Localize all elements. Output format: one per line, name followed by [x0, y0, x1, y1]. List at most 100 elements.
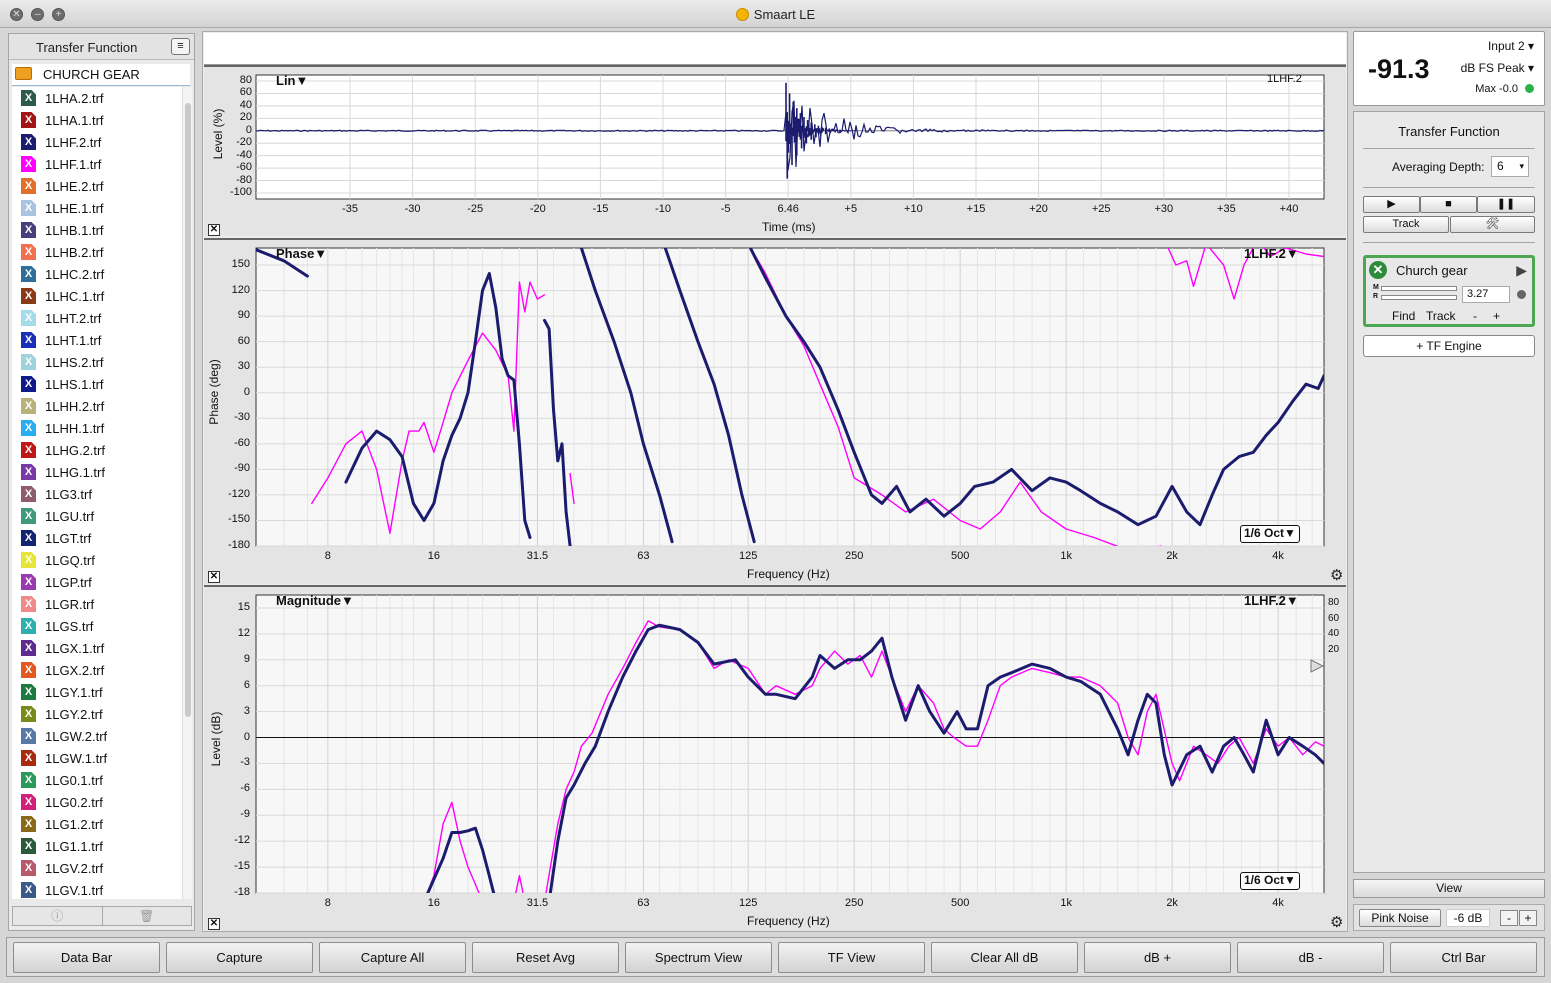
file-item[interactable]: X 1LHA.2.trf	[12, 87, 182, 109]
file-item[interactable]: X 1LG0.2.trf	[12, 791, 182, 813]
play-button[interactable]: ▶	[1363, 196, 1420, 213]
file-item[interactable]: X 1LHT.1.trf	[12, 329, 182, 351]
file-item[interactable]: X 1LGV.2.trf	[12, 857, 182, 879]
level-plus-button[interactable]: +	[1519, 910, 1537, 926]
file-item[interactable]: X 1LG1.2.trf	[12, 813, 182, 835]
file-item[interactable]: X 1LHG.2.trf	[12, 439, 182, 461]
file-item[interactable]: X 1LHB.1.trf	[12, 219, 182, 241]
svg-mag-y-tick: -6	[240, 782, 250, 795]
input-select[interactable]: Input 2 ▾	[1488, 39, 1534, 53]
measurement-active-icon[interactable]: ✕	[1369, 261, 1387, 279]
magnitude-smoothing-dropdown[interactable]: 1/6 Oct▼	[1240, 872, 1300, 890]
file-item[interactable]: X 1LHF.2.trf	[12, 131, 182, 153]
file-item[interactable]: X 1LHS.2.trf	[12, 351, 182, 373]
tools-button[interactable]: 🛠	[1450, 216, 1535, 233]
measurement-church-gear[interactable]: ✕ Church gear ▶ M R 3.27 Find Track - +	[1363, 255, 1535, 327]
cmd-button-ctrl-bar[interactable]: Ctrl Bar	[1390, 942, 1537, 973]
sidebar-menu-icon[interactable]: ≡	[171, 38, 190, 55]
file-item[interactable]: X 1LHG.1.trf	[12, 461, 182, 483]
cmd-button-capture[interactable]: Capture	[166, 942, 313, 973]
file-item[interactable]: X 1LG0.1.trf	[12, 769, 182, 791]
file-item[interactable]: X 1LGP.trf	[12, 571, 182, 593]
trash-icon[interactable]: 🗑	[101, 907, 192, 925]
file-item[interactable]: X 1LHF.1.trf	[12, 153, 182, 175]
cmd-button-clear-all-db[interactable]: Clear All dB	[931, 942, 1078, 973]
file-item[interactable]: X 1LHC.2.trf	[12, 263, 182, 285]
file-item[interactable]: X 1LHS.1.trf	[12, 373, 182, 395]
file-item[interactable]: X 1LGU.trf	[12, 505, 182, 527]
phase-close-icon[interactable]: ✕	[208, 571, 220, 583]
file-item[interactable]: X 1LHH.2.trf	[12, 395, 182, 417]
file-item[interactable]: X 1LHH.1.trf	[12, 417, 182, 439]
view-button[interactable]: View	[1353, 879, 1545, 898]
cmd-button-data-bar[interactable]: Data Bar	[13, 942, 160, 973]
track-button[interactable]: Track	[1363, 216, 1449, 233]
file-item[interactable]: X 1LHC.1.trf	[12, 285, 182, 307]
file-item[interactable]: X 1LHE.1.trf	[12, 197, 182, 219]
pause-button[interactable]: ❚❚	[1477, 196, 1535, 213]
file-item[interactable]: X 1LGW.1.trf	[12, 747, 182, 769]
coherence-handle-icon[interactable]	[1310, 659, 1324, 673]
file-item[interactable]: X 1LGW.2.trf	[12, 725, 182, 747]
magnitude-close-icon[interactable]: ✕	[208, 918, 220, 930]
scrollbar-thumb[interactable]	[185, 103, 191, 717]
generator-level[interactable]: -6 dB	[1446, 909, 1490, 927]
magnitude-trace-dropdown[interactable]: 1LHF.2▼	[1244, 593, 1299, 608]
svg-ph-y-tick: -30	[234, 411, 250, 424]
delay-minus-button[interactable]: -	[1473, 309, 1477, 323]
cmd-button-spectrum-view[interactable]: Spectrum View	[625, 942, 772, 973]
plot-top-strip	[204, 33, 1346, 65]
file-item[interactable]: X 1LGX.1.trf	[12, 637, 182, 659]
file-item[interactable]: X 1LHE.2.trf	[12, 175, 182, 197]
stop-button[interactable]: ■	[1420, 196, 1477, 213]
file-item[interactable]: X 1LGS.trf	[12, 615, 182, 637]
phase-plot[interactable]	[204, 240, 1346, 586]
phase-trace-dropdown[interactable]: 1LHF.2▼	[1244, 246, 1299, 261]
file-item[interactable]: X 1LGY.1.trf	[12, 681, 182, 703]
file-item[interactable]: X 1LGY.2.trf	[12, 703, 182, 725]
cmd-button-db[interactable]: dB +	[1084, 942, 1231, 973]
phase-mode-dropdown[interactable]: Phase▼	[276, 246, 327, 261]
file-item[interactable]: X 1LGQ.trf	[12, 549, 182, 571]
cmd-button-db[interactable]: dB -	[1237, 942, 1384, 973]
cmd-button-tf-view[interactable]: TF View	[778, 942, 925, 973]
cmd-button-capture-all[interactable]: Capture All	[319, 942, 466, 973]
magnitude-mode-dropdown[interactable]: Magnitude▼	[276, 593, 354, 608]
magnitude-plot[interactable]	[204, 587, 1346, 933]
pink-noise-button[interactable]: Pink Noise	[1359, 909, 1441, 927]
file-item[interactable]: X 1LG1.1.trf	[12, 835, 182, 857]
magnitude-settings-gear-icon[interactable]: ⚙	[1330, 913, 1343, 931]
record-dot-icon[interactable]	[1517, 290, 1526, 299]
phase-smoothing-dropdown[interactable]: 1/6 Oct▼	[1240, 525, 1300, 543]
play-arrow-icon[interactable]: ▶	[1516, 262, 1527, 279]
magnitude-y-axis-label: Level (dB)	[209, 711, 223, 767]
file-item[interactable]: X 1LHT.2.trf	[12, 307, 182, 329]
add-tf-engine-button[interactable]: + TF Engine	[1363, 335, 1535, 357]
impulse-y-tick: 80	[239, 74, 252, 86]
track-delay-button[interactable]: Track	[1426, 309, 1456, 323]
level-minus-button[interactable]: -	[1500, 910, 1518, 926]
file-item[interactable]: X 1LGV.1.trf	[12, 879, 182, 899]
trf-file-icon: X	[21, 838, 36, 854]
averaging-depth-select[interactable]: 6 ▾	[1491, 156, 1529, 177]
sidebar-scrollbar[interactable]	[182, 87, 192, 899]
file-item[interactable]: X 1LG3.trf	[12, 483, 182, 505]
impulse-close-icon[interactable]: ✕	[208, 224, 220, 236]
impulse-mode-dropdown[interactable]: Lin▼	[276, 73, 308, 88]
file-item[interactable]: X 1LHB.2.trf	[12, 241, 182, 263]
info-icon[interactable]: ⓘ	[13, 907, 102, 925]
delay-field[interactable]: 3.27	[1462, 286, 1510, 303]
delay-plus-button[interactable]: +	[1493, 309, 1500, 323]
folder-church-gear[interactable]: CHURCH GEAR	[12, 64, 190, 86]
phase-settings-gear-icon[interactable]: ⚙	[1330, 566, 1343, 584]
cmd-button-reset-avg[interactable]: Reset Avg	[472, 942, 619, 973]
file-item[interactable]: X 1LHA.1.trf	[12, 109, 182, 131]
file-item[interactable]: X 1LGT.trf	[12, 527, 182, 549]
file-item[interactable]: X 1LGX.2.trf	[12, 659, 182, 681]
impulse-trace-label: 1LHF.2	[1267, 73, 1302, 85]
max-readout[interactable]: Max -0.0	[1475, 83, 1534, 95]
scale-select[interactable]: dB FS Peak ▾	[1461, 61, 1534, 75]
divider	[1363, 148, 1535, 149]
find-delay-button[interactable]: Find	[1392, 309, 1415, 323]
file-item[interactable]: X 1LGR.trf	[12, 593, 182, 615]
